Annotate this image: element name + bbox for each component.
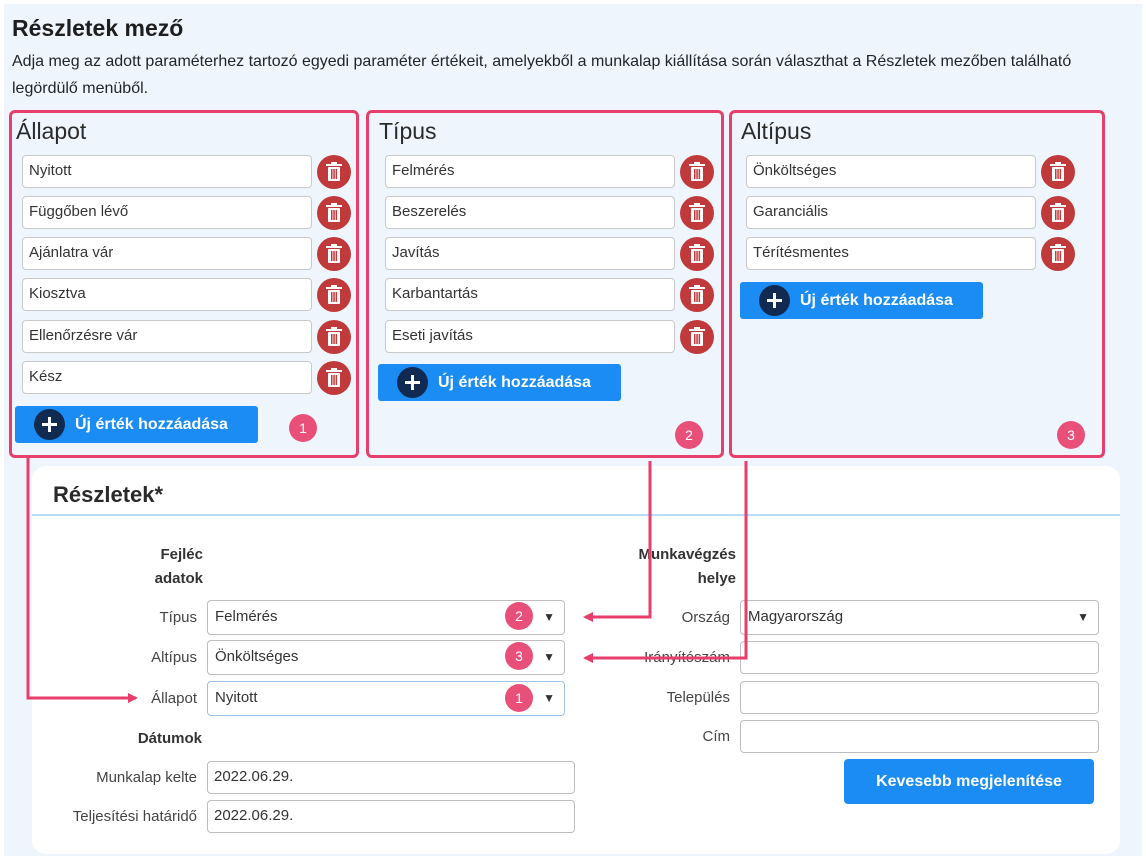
add-value-label: Új érték hozzáadása <box>800 292 953 309</box>
allapot-label: Állapot <box>151 690 197 707</box>
tipus-panel-title: Típus <box>379 118 437 144</box>
allapot-value-field[interactable]: Nyitott <box>22 155 312 188</box>
altipus-value-field[interactable]: Önköltséges <box>746 155 1036 188</box>
altipus-value-field[interactable]: Térítésmentes <box>746 237 1036 270</box>
trash-icon[interactable] <box>680 278 714 312</box>
trash-icon[interactable] <box>680 320 714 354</box>
altipus-label: Altípus <box>151 649 197 666</box>
plus-icon <box>34 409 65 440</box>
allapot-value-field[interactable]: Kész <box>22 361 312 394</box>
page-title: Részletek mező <box>12 15 184 41</box>
select-badge: 1 <box>505 684 533 712</box>
iranyitoszam-input[interactable] <box>740 641 1099 674</box>
tipus-value-field[interactable]: Eseti javítás <box>385 320 675 353</box>
trash-icon[interactable] <box>680 237 714 271</box>
trash-icon[interactable] <box>680 155 714 189</box>
tipus-value-field[interactable]: Karbantartás <box>385 278 675 311</box>
select-badge: 3 <box>505 642 533 670</box>
allapot-panel-title: Állapot <box>16 118 87 144</box>
add-value-button[interactable]: Új érték hozzáadása <box>15 406 258 443</box>
chevron-down-icon: ▼ <box>543 650 555 664</box>
allapot-select-value: Nyitott <box>215 689 258 706</box>
add-value-button[interactable]: Új érték hozzáadása <box>378 364 621 401</box>
work-location-section-title: Munkavégzés helye <box>638 546 736 587</box>
cim-label: Cím <box>702 728 731 745</box>
teljesitesi-hatarido-input[interactable]: 2022.06.29. <box>207 800 575 833</box>
altipus-value-field[interactable]: Garanciális <box>746 196 1036 229</box>
chevron-down-icon: ▼ <box>1077 610 1089 624</box>
trash-icon[interactable] <box>680 196 714 230</box>
trash-icon[interactable] <box>317 320 351 354</box>
iranyitoszam-label: Irányítószám <box>644 649 730 666</box>
allapot-value-field[interactable]: Ellenőrzésre vár <box>22 320 312 353</box>
tipus-label: Típus <box>159 609 197 626</box>
orszag-label: Ország <box>681 609 730 626</box>
dates-section-title: Dátumok <box>137 730 202 747</box>
allapot-value-field[interactable]: Kiosztva <box>22 278 312 311</box>
tipus-select-value: Felmérés <box>215 608 278 625</box>
chevron-down-icon: ▼ <box>543 610 555 624</box>
details-divider <box>32 514 1120 516</box>
telepules-label: Település <box>666 689 730 706</box>
add-value-label: Új érték hozzáadása <box>75 416 228 433</box>
plus-icon <box>397 367 428 398</box>
trash-icon[interactable] <box>317 361 351 395</box>
panel-badge: 1 <box>289 414 317 442</box>
teljesitesi-hatarido-label: Teljesítési határidő <box>72 808 197 825</box>
trash-icon[interactable] <box>1041 237 1075 271</box>
panel-badge: 2 <box>675 421 703 449</box>
page-description: Adja meg az adott paraméterhez tartozó e… <box>12 53 1072 97</box>
orszag-select-value: Magyarország <box>748 608 844 625</box>
trash-icon[interactable] <box>317 237 351 271</box>
show-less-button[interactable]: Kevesebb megjelenítése <box>844 759 1094 804</box>
chevron-down-icon: ▼ <box>543 691 555 705</box>
add-value-button[interactable]: Új érték hozzáadása <box>740 282 983 319</box>
allapot-value-field[interactable]: Függőben lévő <box>22 196 312 229</box>
munkalap-kelte-input[interactable]: 2022.06.29. <box>207 761 575 794</box>
altipus-panel-title: Altípus <box>741 118 812 144</box>
trash-icon[interactable] <box>317 278 351 312</box>
tipus-value-field[interactable]: Felmérés <box>385 155 675 188</box>
tipus-value-field[interactable]: Beszerelés <box>385 196 675 229</box>
add-value-label: Új érték hozzáadása <box>438 374 591 391</box>
header-data-section-title: Fejléc adatok <box>154 546 203 587</box>
altipus-select-value: Önköltséges <box>215 648 299 665</box>
orszag-select[interactable]: Magyarország ▼ <box>740 600 1099 635</box>
details-title: Részletek* <box>53 482 164 507</box>
telepules-input[interactable] <box>740 681 1099 714</box>
tipus-value-field[interactable]: Javítás <box>385 237 675 270</box>
panel-badge: 3 <box>1057 421 1085 449</box>
trash-icon[interactable] <box>317 155 351 189</box>
trash-icon[interactable] <box>317 196 351 230</box>
select-badge: 2 <box>505 602 533 630</box>
munkalap-kelte-label: Munkalap kelte <box>96 769 197 786</box>
trash-icon[interactable] <box>1041 196 1075 230</box>
cim-input[interactable] <box>740 720 1099 753</box>
plus-icon <box>759 285 790 316</box>
trash-icon[interactable] <box>1041 155 1075 189</box>
allapot-value-field[interactable]: Ajánlatra vár <box>22 237 312 270</box>
